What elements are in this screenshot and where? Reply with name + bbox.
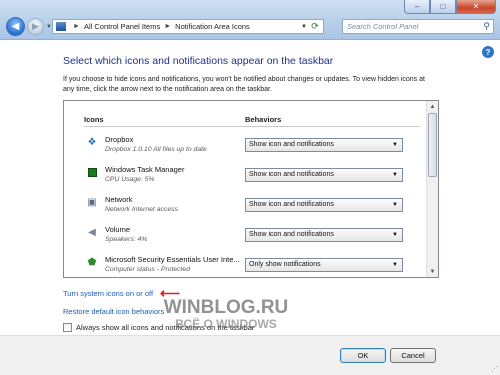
minimize-button[interactable]: – xyxy=(404,0,430,14)
list-item-name: Dropbox xyxy=(105,135,134,144)
navigation-buttons: ◀ ▶ ▼ xyxy=(6,17,52,36)
main-content: ? Select which icons and notifications a… xyxy=(0,41,500,335)
list-item-name: Microsoft Security Essentials User Inte.… xyxy=(105,255,240,264)
ok-button[interactable]: OK xyxy=(340,348,386,363)
list-item-status: Computer status - Protected xyxy=(105,266,190,273)
header-divider xyxy=(84,126,420,127)
behavior-select-value: Show icon and notifications xyxy=(249,231,334,238)
chevron-down-icon: ▼ xyxy=(392,232,398,238)
behavior-select-value: Show icon and notifications xyxy=(249,201,334,208)
chevron-down-icon: ▼ xyxy=(392,262,398,268)
address-dropdown-icon[interactable]: ▼ xyxy=(301,24,307,30)
resize-grip-icon[interactable]: ⋰ xyxy=(491,365,498,373)
cancel-button[interactable]: Cancel xyxy=(390,348,436,363)
close-button[interactable]: ✕ xyxy=(456,0,496,14)
always-show-checkbox[interactable] xyxy=(63,323,72,332)
address-bar[interactable]: ► All Control Panel Items ► Notification… xyxy=(52,19,324,34)
breadcrumb-notification-area-icons[interactable]: Notification Area Icons xyxy=(175,22,250,31)
list-item-name: Windows Task Manager xyxy=(105,165,185,174)
behavior-select-value: Only show notifications xyxy=(249,261,321,268)
breadcrumb-all-control-panel-items[interactable]: All Control Panel Items xyxy=(84,22,160,31)
breadcrumb-separator-icon[interactable]: ► xyxy=(164,23,171,30)
behavior-select[interactable]: Show icon and notifications ▼ xyxy=(245,198,403,212)
forward-arrow-icon: ▶ xyxy=(32,21,39,31)
icons-list: Icons Behaviors ❖ Dropbox Dropbox 1.0.10… xyxy=(63,100,439,278)
volume-icon: ◀ xyxy=(88,226,96,238)
list-item: ◀ Volume Speakers: 4% Show icon and noti… xyxy=(84,224,420,252)
forward-button[interactable]: ▶ xyxy=(27,18,44,35)
list-item-name: Volume xyxy=(105,225,131,234)
dialog-footer: OK Cancel ⋰ xyxy=(0,335,500,375)
restore-defaults-link[interactable]: Restore default icon behaviors xyxy=(63,307,164,316)
scroll-up-icon[interactable]: ▲ xyxy=(427,101,438,112)
refresh-icon[interactable]: ⟳ xyxy=(309,21,321,33)
task-manager-icon xyxy=(86,166,98,178)
page-description: If you choose to hide icons and notifica… xyxy=(63,76,425,93)
behavior-select-value: Show icon and notifications xyxy=(249,141,334,148)
back-button[interactable]: ◀ xyxy=(6,17,25,36)
help-icon[interactable]: ? xyxy=(482,46,494,58)
list-scrollbar[interactable]: ▲ ▼ xyxy=(426,101,438,277)
chevron-down-icon: ▼ xyxy=(392,142,398,148)
scrollbar-thumb[interactable] xyxy=(428,113,437,177)
chevron-down-icon: ▼ xyxy=(392,172,398,178)
maximize-button[interactable]: □ xyxy=(430,0,456,14)
always-show-label: Always show all icons and notifications … xyxy=(76,323,255,332)
page-title: Select which icons and notifications app… xyxy=(63,55,334,67)
behavior-select[interactable]: Show icon and notifications ▼ xyxy=(245,168,403,182)
list-item-status: Network Internet access xyxy=(105,206,178,213)
search-icon[interactable]: ⚲ xyxy=(483,20,490,33)
list-item: ❖ Dropbox Dropbox 1.0.10 All files up to… xyxy=(84,134,420,162)
search-input[interactable]: Search Control Panel ⚲ xyxy=(342,19,494,34)
dropbox-icon: ❖ xyxy=(87,136,97,148)
list-item-name: Network xyxy=(105,195,133,204)
breadcrumb-separator-icon[interactable]: ► xyxy=(73,23,80,30)
behavior-select[interactable]: Show icon and notifications ▼ xyxy=(245,138,403,152)
search-placeholder: Search Control Panel xyxy=(347,22,419,31)
behavior-select-value: Show icon and notifications xyxy=(249,171,334,178)
behavior-select[interactable]: Show icon and notifications ▼ xyxy=(245,228,403,242)
list-item-status: Dropbox 1.0.10 All files up to date xyxy=(105,146,207,153)
list-item: Windows Task Manager CPU Usage: 5% Show … xyxy=(84,164,420,192)
back-arrow-icon: ◀ xyxy=(11,21,20,32)
control-panel-icon xyxy=(56,22,66,31)
title-bar: – □ ✕ ◀ ▶ ▼ ► All Control Panel Items ► … xyxy=(0,0,500,40)
behavior-select[interactable]: Only show notifications ▼ xyxy=(245,258,403,272)
icons-column-header: Icons xyxy=(84,115,104,124)
security-essentials-icon: ⬟ xyxy=(87,256,97,268)
network-icon: ▣ xyxy=(87,196,97,208)
chevron-down-icon: ▼ xyxy=(392,202,398,208)
behaviors-column-header: Behaviors xyxy=(245,115,282,124)
list-item-status: Speakers: 4% xyxy=(105,236,148,243)
list-item-status: CPU Usage: 5% xyxy=(105,176,155,183)
system-icons-link[interactable]: Turn system icons on or off xyxy=(63,289,153,298)
list-item: ▣ Network Network Internet access Show i… xyxy=(84,194,420,222)
list-item: ⬟ Microsoft Security Essentials User Int… xyxy=(84,254,420,277)
window-controls: – □ ✕ xyxy=(404,0,496,14)
always-show-option[interactable]: Always show all icons and notifications … xyxy=(63,323,254,332)
scroll-down-icon[interactable]: ▼ xyxy=(427,266,438,277)
red-arrow-icon: ⟵ xyxy=(160,285,181,301)
